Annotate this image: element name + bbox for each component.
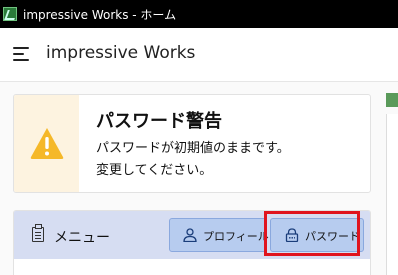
- app-title: impressive Works: [46, 43, 196, 63]
- lock-icon: [285, 228, 299, 242]
- warning-title: パスワード警告: [96, 111, 222, 132]
- warning-icon-area: [14, 95, 79, 192]
- side-panel-accent: [386, 93, 398, 107]
- person-icon: [183, 228, 197, 242]
- warning-message-line2: 変更してください。: [96, 163, 213, 178]
- header-divider: [0, 81, 398, 82]
- clipboard-icon: [32, 224, 44, 242]
- menu-header: メニュー プロフィール パスワード: [14, 211, 370, 259]
- menu-body: [14, 259, 370, 275]
- menu-card: メニュー プロフィール パスワード: [13, 210, 371, 275]
- warning-message-line1: パスワードが初期値のままです。: [96, 141, 290, 156]
- profile-button[interactable]: プロフィール: [169, 218, 269, 252]
- password-button[interactable]: パスワード: [270, 218, 364, 252]
- window-titlebar: impressive Works - ホーム: [0, 0, 398, 28]
- password-warning-card: パスワード警告 パスワードが初期値のままです。 変更してください。: [13, 94, 371, 193]
- window-title: impressive Works - ホーム: [23, 8, 177, 22]
- app-header: impressive Works: [0, 28, 398, 81]
- password-button-label: パスワード: [305, 230, 360, 243]
- profile-button-label: プロフィール: [203, 230, 269, 243]
- side-panel: [386, 114, 398, 275]
- hamburger-menu-icon[interactable]: [13, 47, 29, 61]
- warning-triangle-icon: [30, 128, 64, 159]
- menu-label: メニュー: [54, 230, 110, 246]
- app-logo-icon: [3, 7, 17, 21]
